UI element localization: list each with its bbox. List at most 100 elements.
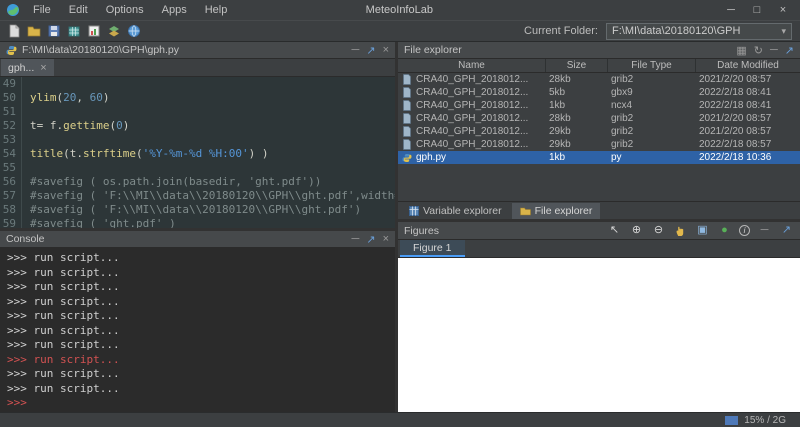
line-number: 54 [0,147,22,161]
console-line: >>> run script... [7,353,388,368]
file-type: grib2 [608,113,696,124]
code-token: ) ) [249,147,269,160]
code-line[interactable]: 51 [0,105,395,119]
grid-view-icon[interactable]: ▦ [736,44,746,57]
file-type: grib2 [608,139,696,150]
minimize-icon[interactable]: ─ [352,233,360,245]
file-date: 2022/2/18 08:41 [696,100,800,111]
file-size: 5kb [546,87,608,98]
code-editor[interactable]: 4950ylim(20, 60)5152t= f.gettime(0)5354t… [0,77,395,228]
file-row[interactable]: CRA40_GPH_2018012...29kbgrib22022/2/18 0… [398,138,800,151]
current-folder-combobox[interactable]: F:\MI\data\20180120\GPH ▾ [606,23,792,40]
menu-options[interactable]: Options [97,4,153,16]
save-icon[interactable] [45,23,62,40]
menu-apps[interactable]: Apps [153,4,196,16]
full-extent-icon[interactable]: ▣ [695,224,710,237]
file-row[interactable]: CRA40_GPH_2018012...28kbgrib22021/2/20 0… [398,112,800,125]
code-token: 60 [90,91,103,104]
code-text: t= f.gettime(0) [22,119,129,133]
new-figure-icon[interactable] [85,23,102,40]
figure-canvas[interactable] [398,258,800,412]
code-line[interactable]: 57#savefig ( 'F:\\MI\\data\\20180120\\GP… [0,189,395,203]
code-line[interactable]: 55 [0,161,395,175]
file-size: 28kb [546,113,608,124]
file-row[interactable]: CRA40_GPH_2018012...1kbncx42022/2/18 08:… [398,99,800,112]
minimize-icon[interactable]: ─ [757,224,772,237]
tab-file-explorer[interactable]: File explorer [512,203,601,219]
file-table: CRA40_GPH_2018012...28kbgrib22021/2/20 0… [398,73,800,201]
code-line[interactable]: 58#savefig ( 'F:\\MI\\data\\20180120\\GP… [0,203,395,217]
code-line[interactable]: 52t= f.gettime(0) [0,119,395,133]
window-maximize-icon[interactable]: □ [744,4,770,16]
figures-title-bar: Figures ↖⊕⊖▣●i─↗ [398,222,800,240]
layers-icon[interactable] [105,23,122,40]
console-line: >>> run script... [7,338,388,353]
menu-edit[interactable]: Edit [60,4,97,16]
left-column: F:\MI\data\20180120\GPH\gph.py ─ ↗ × gph… [0,42,398,412]
tab-variable-explorer[interactable]: Variable explorer [401,203,510,219]
float-icon[interactable]: ↗ [779,224,794,237]
close-icon[interactable]: × [383,44,389,56]
float-icon[interactable]: ↗ [366,233,375,246]
select-cursor-icon[interactable]: ↖ [607,224,622,237]
editor-panel: F:\MI\data\20180120\GPH\gph.py ─ ↗ × gph… [0,42,395,231]
zoom-in-icon[interactable]: ⊕ [629,224,644,237]
open-data-icon[interactable] [65,23,82,40]
minimize-icon[interactable]: ─ [352,44,360,56]
globe-icon[interactable]: ● [717,224,732,237]
file-explorer-panel: File explorer ▦ ↻ ─ ↗ NameSizeFile TypeD… [398,42,800,222]
line-number: 53 [0,133,22,147]
file-row[interactable]: gph.py1kbpy2022/2/18 10:36 [398,151,800,164]
pan-hand-icon[interactable] [673,225,688,237]
column-header-file-type[interactable]: File Type [608,59,696,72]
code-token: ylim [30,91,57,104]
code-token: title [30,147,63,160]
line-number: 51 [0,105,22,119]
column-header-date-modified[interactable]: Date Modified [696,59,800,72]
column-header-size[interactable]: Size [546,59,608,72]
file-row[interactable]: CRA40_GPH_2018012...5kbgbx92022/2/18 08:… [398,86,800,99]
line-number: 55 [0,161,22,175]
code-line[interactable]: 59#savefig ( 'ght.pdf' ) [0,217,395,228]
console-output[interactable]: >>> run script...>>> run script...>>> ru… [0,248,395,412]
python-file-icon [6,45,17,56]
folder-icon [520,206,531,216]
file-date: 2021/2/20 08:57 [696,113,800,124]
file-icon [402,74,416,85]
code-line[interactable]: 50ylim(20, 60) [0,91,395,105]
float-icon[interactable]: ↗ [785,44,794,57]
float-icon[interactable]: ↗ [366,44,375,57]
console-line: >>> run script... [7,309,388,324]
window-close-icon[interactable]: × [770,4,796,16]
tab-gph-py[interactable]: gph... × [1,59,54,76]
refresh-icon[interactable]: ↻ [754,44,763,57]
close-icon[interactable]: × [383,233,389,245]
column-header-name[interactable]: Name [398,59,546,72]
line-number: 49 [0,77,22,91]
code-token: #savefig ( 'ght.pdf' ) [30,217,176,228]
minimize-icon[interactable]: ─ [770,44,778,56]
file-type: ncx4 [608,100,696,111]
open-script-icon[interactable] [25,23,42,40]
code-text: #savefig ( 'ght.pdf' ) [22,217,176,228]
globe-toolbar-icon[interactable] [125,23,142,40]
menu-file[interactable]: File [24,4,60,16]
info-icon[interactable]: i [739,225,750,236]
code-text: #savefig ( os.path.join(basedir, 'ght.pd… [22,175,321,189]
code-token: #savefig ( 'F:\\MI\\data\\20180120\\GPH\… [30,203,361,216]
window-minimize-icon[interactable]: ─ [718,4,744,16]
code-line[interactable]: 49 [0,77,395,91]
code-line[interactable]: 54title(t.strftime('%Y-%m-%d %H:00') ) [0,147,395,161]
zoom-out-icon[interactable]: ⊖ [651,224,666,237]
file-row[interactable]: CRA40_GPH_2018012...28kbgrib22021/2/20 0… [398,73,800,86]
code-line[interactable]: 56#savefig ( os.path.join(basedir, 'ght.… [0,175,395,189]
tab-close-icon[interactable]: × [40,62,46,74]
file-explorer-title: File explorer [404,44,462,56]
new-script-icon[interactable] [5,23,22,40]
menu-help[interactable]: Help [196,4,237,16]
code-text: ylim(20, 60) [22,91,110,105]
file-row[interactable]: CRA40_GPH_2018012...29kbgrib22021/2/20 0… [398,125,800,138]
code-token: gettime [63,119,109,132]
tab-figure-1[interactable]: Figure 1 [400,240,465,257]
code-line[interactable]: 53 [0,133,395,147]
